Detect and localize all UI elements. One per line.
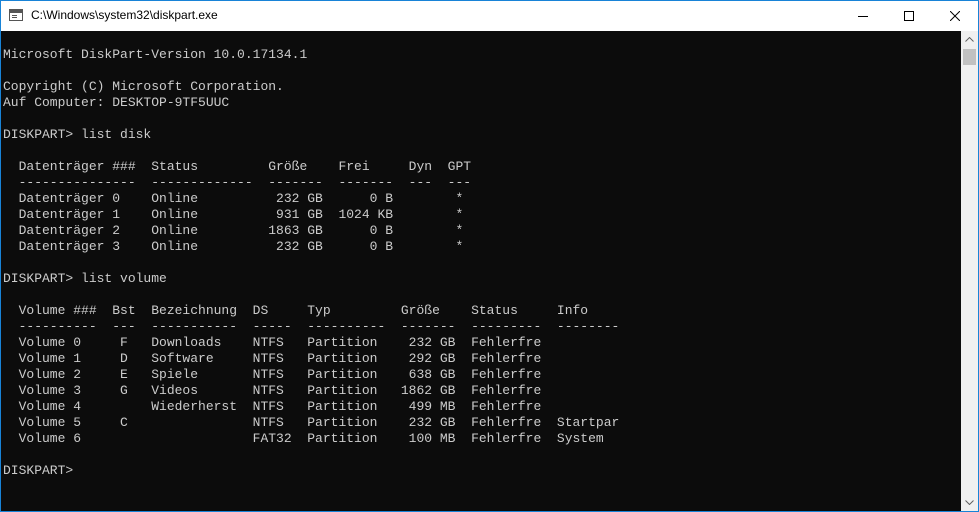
scrollbar-thumb[interactable] [963, 49, 976, 65]
console-line: Volume 1 D Software NTFS Partition 292 G… [3, 351, 542, 366]
console-line: Volume ### Bst Bezeichnung DS Typ Größe … [3, 303, 589, 318]
title-bar[interactable]: C:\Windows\system32\diskpart.exe [1, 1, 978, 31]
console-line: Volume 0 F Downloads NTFS Partition 232 … [3, 335, 542, 350]
maximize-button[interactable] [886, 1, 932, 31]
console-line: ---------- --- ----------- ----- -------… [3, 319, 620, 334]
console-line: Datenträger 0 Online 232 GB 0 B * [3, 191, 464, 206]
console-line: Microsoft DiskPart-Version 10.0.17134.1 [3, 47, 308, 62]
close-button[interactable] [932, 1, 978, 31]
console-line: DISKPART> list disk [3, 127, 152, 142]
minimize-icon [858, 16, 868, 17]
console-line: Datenträger 1 Online 931 GB 1024 KB * [3, 207, 464, 222]
maximize-icon [904, 11, 914, 21]
console-line: Datenträger ### Status Größe Frei Dyn GP… [3, 159, 472, 174]
console-prompt-line: DISKPART> [3, 463, 74, 478]
console-line: Datenträger 2 Online 1863 GB 0 B * [3, 223, 464, 238]
console-line: Copyright (C) Microsoft Corporation. [3, 79, 284, 94]
window-title: C:\Windows\system32\diskpart.exe [31, 8, 218, 22]
console-line: Volume 2 E Spiele NTFS Partition 638 GB … [3, 367, 542, 382]
console-line: Volume 3 G Videos NTFS Partition 1862 GB… [3, 383, 542, 398]
console-line: Volume 6 FAT32 Partition 100 MB Fehlerfr… [3, 431, 604, 446]
chevron-down-icon [965, 500, 974, 505]
console-line: --------------- ------------- ------- --… [3, 175, 472, 190]
chevron-up-icon [965, 37, 974, 42]
console-line: DISKPART> list volume [3, 271, 167, 286]
console-line: Volume 5 C NTFS Partition 232 GB Fehlerf… [3, 415, 620, 430]
close-icon [950, 11, 960, 21]
console-app-icon[interactable] [9, 9, 23, 21]
scroll-up-button[interactable] [961, 31, 978, 48]
scroll-down-button[interactable] [961, 494, 978, 511]
vertical-scrollbar[interactable] [961, 31, 978, 511]
console-line: Auf Computer: DESKTOP-9TF5UUC [3, 95, 230, 110]
console-output[interactable]: Microsoft DiskPart-Version 10.0.17134.1 … [1, 31, 961, 511]
console-line: Datenträger 3 Online 232 GB 0 B * [3, 239, 464, 254]
console-line: Volume 4 Wiederherst NTFS Partition 499 … [3, 399, 542, 414]
console-window: C:\Windows\system32\diskpart.exe Microso… [0, 0, 979, 512]
minimize-button[interactable] [840, 1, 886, 31]
